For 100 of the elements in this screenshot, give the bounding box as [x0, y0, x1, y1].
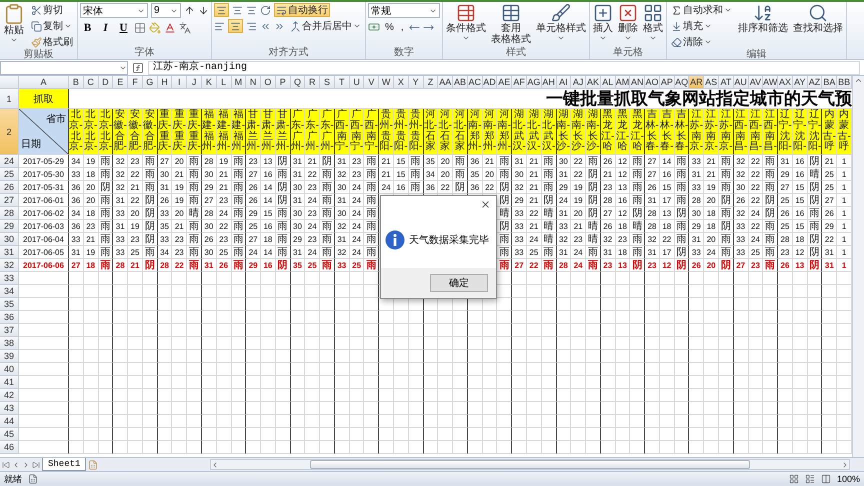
italic-button[interactable]: I — [98, 20, 113, 35]
paste-button[interactable]: 粘贴 — [2, 3, 26, 44]
row-header[interactable]: 41 — [0, 376, 19, 389]
row-header[interactable]: 27 — [0, 194, 19, 207]
column-header[interactable]: AF — [512, 76, 527, 89]
conditional-format-button[interactable]: 条件格式 — [445, 3, 487, 42]
column-header[interactable]: AS — [704, 76, 720, 89]
column-header[interactable]: AH — [542, 76, 557, 89]
format-button[interactable]: 格式 — [642, 3, 664, 42]
column-header[interactable]: E — [113, 76, 128, 89]
column-header[interactable]: AT — [719, 76, 734, 89]
row-header[interactable]: 31 — [0, 246, 19, 259]
column-header[interactable]: AU — [734, 76, 749, 89]
autosum-button[interactable]: 自动求和 — [669, 3, 734, 17]
column-header[interactable]: B — [69, 76, 84, 89]
column-header[interactable]: AV — [748, 76, 764, 89]
number-format-field[interactable]: 常规 — [368, 3, 440, 18]
row-header[interactable]: 37 — [0, 324, 19, 337]
column-header[interactable]: AA — [438, 76, 454, 89]
column-header[interactable]: D — [98, 76, 114, 89]
delete-button[interactable]: 删除 — [617, 3, 639, 42]
column-header[interactable]: O — [261, 76, 276, 89]
row-header[interactable]: 24 — [0, 155, 19, 168]
column-header[interactable]: A — [19, 76, 69, 89]
column-header[interactable]: Y — [408, 76, 424, 89]
column-header[interactable]: N — [246, 76, 262, 89]
format-painter-button[interactable]: 格式刷 — [29, 35, 75, 49]
column-header[interactable]: AO — [645, 76, 660, 89]
column-header[interactable]: AL — [600, 76, 616, 89]
row-header[interactable]: 44 — [0, 415, 19, 428]
sort-filter-button[interactable]: 排序和筛选 — [737, 3, 789, 34]
row-header[interactable]: 2 — [0, 109, 19, 155]
column-header[interactable]: AD — [482, 76, 498, 89]
column-header[interactable]: X — [394, 76, 409, 89]
column-header[interactable]: AG — [526, 76, 542, 89]
column-header[interactable]: AY — [792, 76, 808, 89]
column-header[interactable]: S — [320, 76, 335, 89]
column-header[interactable]: AI — [556, 76, 572, 89]
row-header[interactable]: 43 — [0, 402, 19, 415]
copy-button[interactable]: 复制 — [29, 19, 75, 33]
underline-button[interactable]: U — [116, 20, 131, 35]
column-header[interactable]: H — [158, 76, 172, 89]
row-header[interactable]: 45 — [0, 428, 19, 441]
column-header[interactable]: T — [334, 76, 350, 89]
row-header[interactable]: 42 — [0, 389, 19, 402]
row-header[interactable]: 38 — [0, 337, 19, 350]
clear-button[interactable]: 清除 — [669, 35, 734, 49]
column-header[interactable]: AM — [616, 76, 630, 89]
column-header[interactable]: AK — [586, 76, 601, 89]
cell-styles-button[interactable]: 单元格样式 — [535, 3, 587, 42]
sheet-tab[interactable]: Sheet1 — [42, 458, 86, 471]
column-header[interactable]: C — [84, 76, 99, 89]
column-header[interactable]: U — [350, 76, 364, 89]
fill-button[interactable]: 填充 — [669, 19, 734, 33]
column-header[interactable]: BA — [822, 76, 838, 89]
comma-button[interactable]: , — [398, 20, 406, 34]
formula-field[interactable]: 江苏-南京-nanjing — [148, 60, 860, 74]
cut-button[interactable]: 剪切 — [29, 3, 75, 17]
percent-button[interactable]: % — [383, 20, 396, 34]
row-header[interactable]: 1 — [0, 89, 19, 109]
column-header[interactable]: M — [232, 76, 246, 89]
row-header[interactable]: 26 — [0, 181, 19, 194]
column-header[interactable]: P — [276, 76, 291, 89]
vertical-scrollbar[interactable] — [852, 76, 864, 457]
column-header[interactable]: AX — [778, 76, 793, 89]
wrap-text-button[interactable]: 自动换行 — [274, 3, 330, 17]
close-icon[interactable] — [480, 199, 491, 210]
column-header[interactable]: AJ — [571, 76, 586, 89]
row-header[interactable]: 30 — [0, 233, 19, 246]
row-header[interactable]: 36 — [0, 311, 19, 324]
horizontal-scrollbar[interactable] — [210, 459, 850, 470]
column-header[interactable]: I — [172, 76, 188, 89]
name-box[interactable] — [0, 60, 128, 74]
row-header[interactable]: 33 — [0, 272, 19, 285]
column-header[interactable]: R — [305, 76, 320, 89]
row-header[interactable]: 25 — [0, 168, 19, 181]
row-header[interactable]: 28 — [0, 207, 19, 220]
row-header[interactable]: 32 — [0, 259, 19, 272]
column-header[interactable]: AQ — [674, 76, 690, 89]
select-all-corner[interactable] — [0, 76, 19, 89]
merge-center-button[interactable]: 合并后居中 — [288, 19, 363, 33]
column-header[interactable]: AE — [497, 76, 512, 89]
column-header[interactable]: G — [142, 76, 158, 89]
column-header[interactable]: BB — [837, 76, 852, 89]
row-header[interactable]: 29 — [0, 220, 19, 233]
row-header[interactable]: 46 — [0, 441, 19, 454]
column-header[interactable]: Q — [290, 76, 306, 89]
column-header[interactable]: AZ — [808, 76, 822, 89]
font-size-field[interactable]: 9 — [151, 3, 181, 18]
center-align-button[interactable] — [228, 19, 243, 33]
column-header[interactable]: V — [364, 76, 380, 89]
column-header[interactable]: AP — [660, 76, 675, 89]
column-header[interactable]: AN — [630, 76, 646, 89]
column-header[interactable]: Z — [424, 76, 438, 89]
column-header[interactable]: AC — [468, 76, 483, 89]
column-header[interactable]: AR — [689, 76, 704, 89]
column-header[interactable]: W — [379, 76, 394, 89]
table-format-button[interactable]: 套用 表格格式 — [490, 3, 532, 45]
column-header[interactable]: K — [202, 76, 217, 89]
row-header[interactable]: 34 — [0, 285, 19, 298]
